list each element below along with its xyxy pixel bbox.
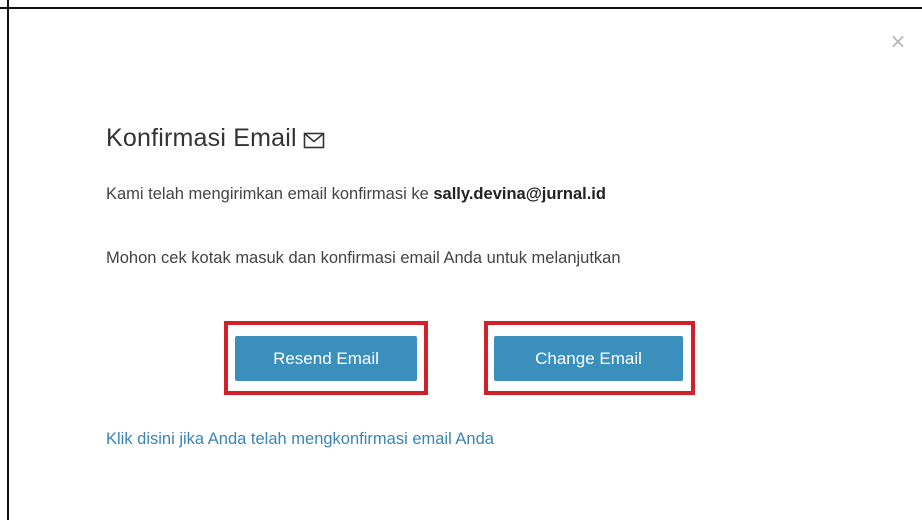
modal-header: Konfirmasi Email (106, 124, 325, 153)
sent-message: Kami telah mengirimkan email konfirmasi … (106, 185, 606, 204)
screenshot-frame: × Konfirmasi Email Kami telah mengirimka… (0, 0, 922, 520)
envelope-icon (303, 132, 325, 149)
close-button[interactable]: × (887, 30, 909, 52)
resend-email-button[interactable]: Resend Email (235, 336, 417, 381)
change-email-button[interactable]: Change Email (494, 336, 683, 381)
close-icon[interactable]: × (890, 29, 907, 53)
modal-title: Konfirmasi Email (106, 124, 297, 152)
instruction-message: Mohon cek kotak masuk dan konfirmasi ema… (106, 249, 621, 267)
already-confirmed-link[interactable]: Klik disini jika Anda telah mengkonfirma… (106, 430, 494, 449)
sent-text: Kami telah mengirimkan email konfirmasi … (106, 185, 434, 203)
email-address: sally.devina@jurnal.id (433, 185, 606, 203)
